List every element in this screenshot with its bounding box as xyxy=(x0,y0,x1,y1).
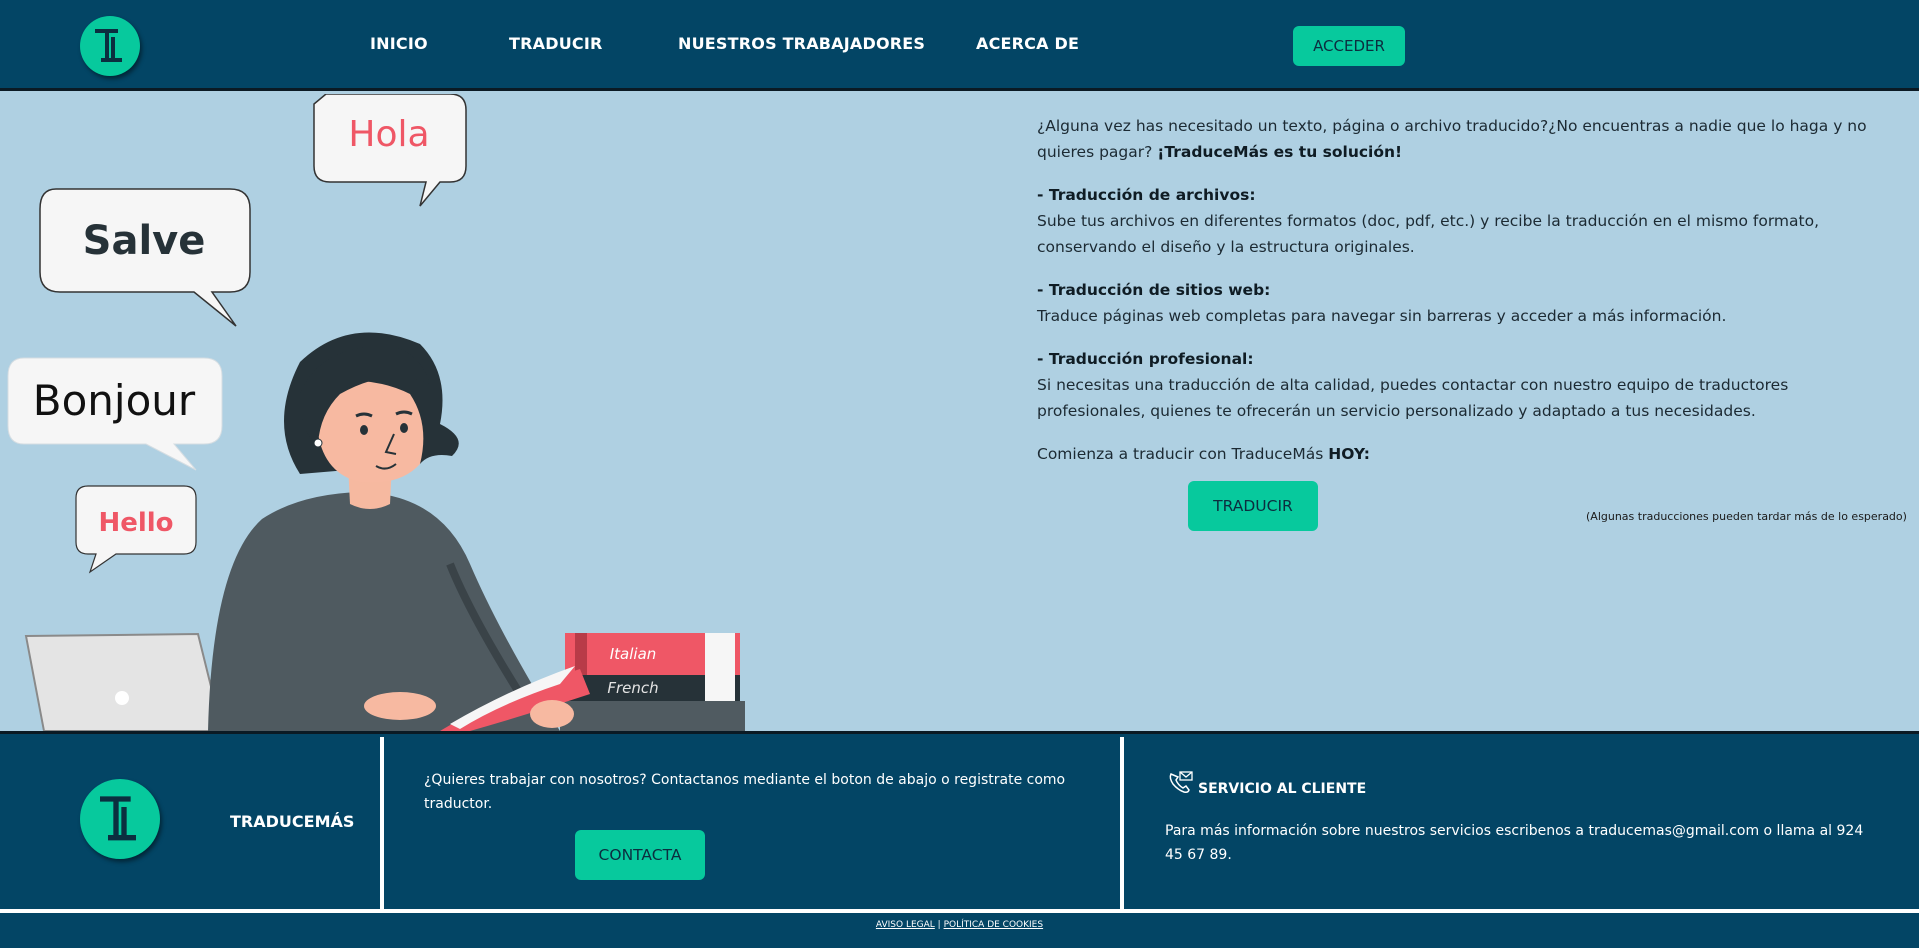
bubble-bonjour-text: Bonjour xyxy=(33,376,196,425)
footer-divider xyxy=(380,737,384,912)
translation-delay-note: (Algunas traducciones pueden tardar más … xyxy=(1586,510,1907,523)
service-files: - Traducción de archivos: Sube tus archi… xyxy=(1037,186,1820,256)
contact-button[interactable]: CONTACTA xyxy=(575,830,705,880)
intro-paragraph: ¿Alguna vez has necesitado un texto, pág… xyxy=(1037,117,1867,161)
speech-bubble-bonjour: Bonjour xyxy=(7,357,223,471)
bubble-salve-text: Salve xyxy=(83,218,206,264)
speech-bubble-hola: Hola xyxy=(313,94,467,207)
hero-content: ¿Alguna vez has necesitado un texto, pág… xyxy=(1037,113,1877,484)
login-button[interactable]: ACCEDER xyxy=(1293,26,1405,66)
nav-nuestros-trabajadores[interactable]: NUESTROS TRABAJADORES xyxy=(678,34,925,53)
legal-notice-link[interactable]: AVISO LEGAL xyxy=(876,920,935,930)
book-stack: Italian French xyxy=(560,633,745,731)
header: INICIO TRADUCIR NUESTROS TRABAJADORES AC… xyxy=(0,0,1919,91)
translate-button[interactable]: TRADUCIR xyxy=(1188,481,1318,531)
translator-illustration: Hola Salve Bonjour Hello Italian French xyxy=(7,94,745,731)
service-professional: - Traducción profesional: Si necesitas u… xyxy=(1037,350,1789,420)
laptop xyxy=(24,632,224,731)
cta-text: Comienza a traducir con TraduceMás HOY: xyxy=(1037,445,1370,463)
service-websites: - Traducción de sitios web: Traduce pági… xyxy=(1037,281,1727,325)
nav-traducir[interactable]: TRADUCIR xyxy=(509,34,603,53)
book-italian-text: Italian xyxy=(610,645,657,663)
speech-bubble-hello: Hello xyxy=(75,485,197,574)
intro-highlight: ¡TraduceMás es tu solución! xyxy=(1157,143,1403,161)
customer-service-text: Para más información sobre nuestros serv… xyxy=(1165,823,1864,863)
cookie-policy-link[interactable]: POLÍTICA DE COOKIES xyxy=(944,920,1044,930)
work-with-us-text: ¿Quieres trabajar con nosotros? Contacta… xyxy=(424,772,1066,812)
footer-brand: TRADUCEMÁS xyxy=(230,812,355,831)
nav-acerca-de[interactable]: ACERCA DE xyxy=(976,34,1079,53)
bubble-hello-text: Hello xyxy=(98,508,173,538)
book-french-text: French xyxy=(607,679,658,697)
customer-service-title: SERVICIO AL CLIENTE xyxy=(1198,781,1367,797)
legal-links: AVISO LEGAL | POLÍTICA DE COOKIES xyxy=(875,920,1044,930)
bubble-hola-text: Hola xyxy=(348,114,429,155)
footer-logo-icon[interactable] xyxy=(80,779,160,859)
logo-icon[interactable] xyxy=(80,16,140,76)
footer-separator xyxy=(0,909,1919,913)
speech-bubble-salve: Salve xyxy=(39,188,251,327)
footer-divider xyxy=(1120,737,1124,912)
footer: TRADUCEMÁS ¿Quieres trabajar con nosotro… xyxy=(0,731,1919,948)
hero-section: Hola Salve Bonjour Hello Italian French … xyxy=(0,94,1919,731)
phone-mail-icon xyxy=(1169,771,1193,793)
nav-inicio[interactable]: INICIO xyxy=(370,34,428,53)
